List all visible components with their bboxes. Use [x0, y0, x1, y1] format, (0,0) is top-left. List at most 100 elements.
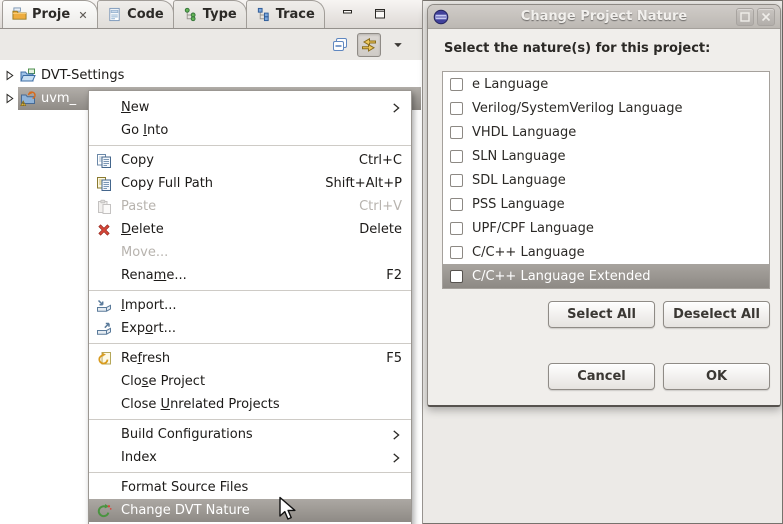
maximize-button[interactable] [370, 4, 390, 24]
menu-item-go-into[interactable]: Go Into [89, 119, 411, 142]
dialog-titlebar[interactable]: Change Project Nature [428, 5, 780, 29]
expand-arrow-icon[interactable] [0, 69, 18, 82]
dialog-maximize-button[interactable] [736, 8, 754, 26]
menu-item-label: Move... [121, 245, 168, 260]
expand-arrow-icon[interactable] [0, 92, 18, 105]
code-icon [107, 7, 122, 22]
nature-label: C/C++ Language Extended [472, 269, 650, 284]
nature-label: Verilog/SystemVerilog Language [472, 101, 682, 116]
export-icon [96, 321, 116, 337]
menu-item-label: Go Into [121, 123, 168, 138]
maximize-icon [372, 6, 388, 22]
menu-item-copy-full-path[interactable]: Copy Full Path Shift+Alt+P [89, 172, 411, 195]
collapse-all-button[interactable] [328, 33, 352, 57]
menu-icon-placeholder [96, 374, 116, 390]
menu-item-label: Import... [121, 298, 177, 313]
nature-row-sln-language[interactable]: SLN Language [443, 144, 769, 168]
menu-item-label: Change DVT Nature [121, 503, 250, 518]
menu-item-move[interactable]: Move... [89, 241, 411, 264]
nature-row-verilog-systemverilog-language[interactable]: Verilog/SystemVerilog Language [443, 96, 769, 120]
minimize-button[interactable] [338, 4, 358, 24]
paste-icon [96, 199, 116, 215]
menu-item-close-project[interactable]: Close Project [89, 370, 411, 393]
menu-item-change-dvt-nature[interactable]: Change DVT Nature [89, 499, 411, 522]
menu-item-label: Delete [121, 222, 164, 237]
tree-item-dvt-settings[interactable]: DVT-Settings [0, 64, 421, 87]
menu-item-paste[interactable]: PasteCtrl+V [89, 195, 411, 218]
checkbox[interactable] [450, 102, 463, 115]
nature-row-upf-cpf-language[interactable]: UPF/CPF Language [443, 216, 769, 240]
menu-item-import[interactable]: Import... [89, 294, 411, 317]
copy-icon [96, 153, 116, 169]
menu-item-index[interactable]: Index [89, 446, 411, 469]
tree-item-label: uvm_ [41, 91, 76, 106]
tab-proje[interactable]: Proje [2, 0, 98, 28]
menu-icon-placeholder [96, 100, 116, 116]
dialog-window-buttons [736, 8, 775, 26]
checkbox[interactable] [450, 150, 463, 163]
menu-item-label: Refresh [121, 351, 170, 366]
menu-icon-placeholder [96, 123, 116, 139]
tab-type[interactable]: Type [173, 0, 247, 28]
menu-item-shortcut: Shift+Alt+P [325, 176, 402, 191]
tab-trace[interactable]: Trace [246, 0, 325, 28]
minimize-icon [340, 6, 356, 22]
checkbox[interactable] [450, 270, 463, 283]
checkbox[interactable] [450, 126, 463, 139]
dialog-prompt: Select the nature(s) for this project: [444, 41, 710, 56]
tab-code[interactable]: Code [97, 0, 174, 28]
nature-label: VHDL Language [472, 125, 576, 140]
nature-row-vhdl-language[interactable]: VHDL Language [443, 120, 769, 144]
link-with-editor-button[interactable] [357, 33, 381, 57]
deselect-all-button[interactable]: Deselect All [663, 301, 770, 328]
menu-item-label: Copy Full Path [121, 176, 213, 191]
select-all-button[interactable]: Select All [548, 301, 655, 328]
checkbox[interactable] [450, 222, 463, 235]
menu-item-export[interactable]: Export... [89, 317, 411, 340]
nature-row-pss-language[interactable]: PSS Language [443, 192, 769, 216]
menu-item-build-configurations[interactable]: Build Configurations [89, 423, 411, 446]
menu-item-delete[interactable]: DeleteDelete [89, 218, 411, 241]
menu-icon-placeholder [96, 268, 116, 284]
checkbox[interactable] [450, 198, 463, 211]
project-warning-folder-icon [20, 91, 36, 107]
dialog-close-icon [758, 9, 774, 25]
type-hierarchy-icon [183, 7, 198, 22]
cancel-button[interactable]: Cancel [548, 363, 655, 390]
view-menu-button[interactable] [386, 33, 410, 57]
tab-label: Type [203, 7, 237, 22]
menu-item-label: Build Configurations [121, 427, 253, 442]
refresh-icon [96, 351, 116, 367]
menu-item-new[interactable]: New [89, 96, 411, 119]
change-nature-icon [96, 503, 116, 519]
menu-separator [89, 142, 411, 149]
menu-item-shortcut: Ctrl+V [359, 199, 402, 214]
menu-item-rename[interactable]: Rename...F2 [89, 264, 411, 287]
nature-row-e-language[interactable]: e Language [443, 72, 769, 96]
tree-item-label: DVT-Settings [41, 68, 124, 83]
menu-separator [89, 469, 411, 476]
ok-button[interactable]: OK [663, 363, 770, 390]
menu-item-label: Rename... [121, 268, 187, 283]
nature-label: e Language [472, 77, 548, 92]
tab-close-icon[interactable] [78, 10, 88, 20]
nature-row-c-c-language-extended[interactable]: C/C++ Language Extended [443, 264, 769, 288]
menu-item-close-unrelated-projects[interactable]: Close Unrelated Projects [89, 393, 411, 416]
submenu-arrow-icon [390, 102, 402, 114]
checkbox[interactable] [450, 246, 463, 259]
copy-path-icon [96, 176, 116, 192]
menu-item-label: Index [121, 450, 157, 465]
menu-item-copy[interactable]: CopyCtrl+C [89, 149, 411, 172]
nature-label: SDL Language [472, 173, 566, 188]
nature-row-sdl-language[interactable]: SDL Language [443, 168, 769, 192]
checkbox[interactable] [450, 78, 463, 91]
menu-separator [89, 340, 411, 347]
menu-item-refresh[interactable]: RefreshF5 [89, 347, 411, 370]
dialog-close-button[interactable] [757, 8, 775, 26]
nature-label: C/C++ Language [472, 245, 585, 260]
checkbox[interactable] [450, 174, 463, 187]
nature-row-c-c-language[interactable]: C/C++ Language [443, 240, 769, 264]
menu-item-format-source-files[interactable]: Format Source Files [89, 476, 411, 499]
projects-folder-icon [12, 7, 27, 22]
menu-item-label: Format Source Files [121, 480, 248, 495]
